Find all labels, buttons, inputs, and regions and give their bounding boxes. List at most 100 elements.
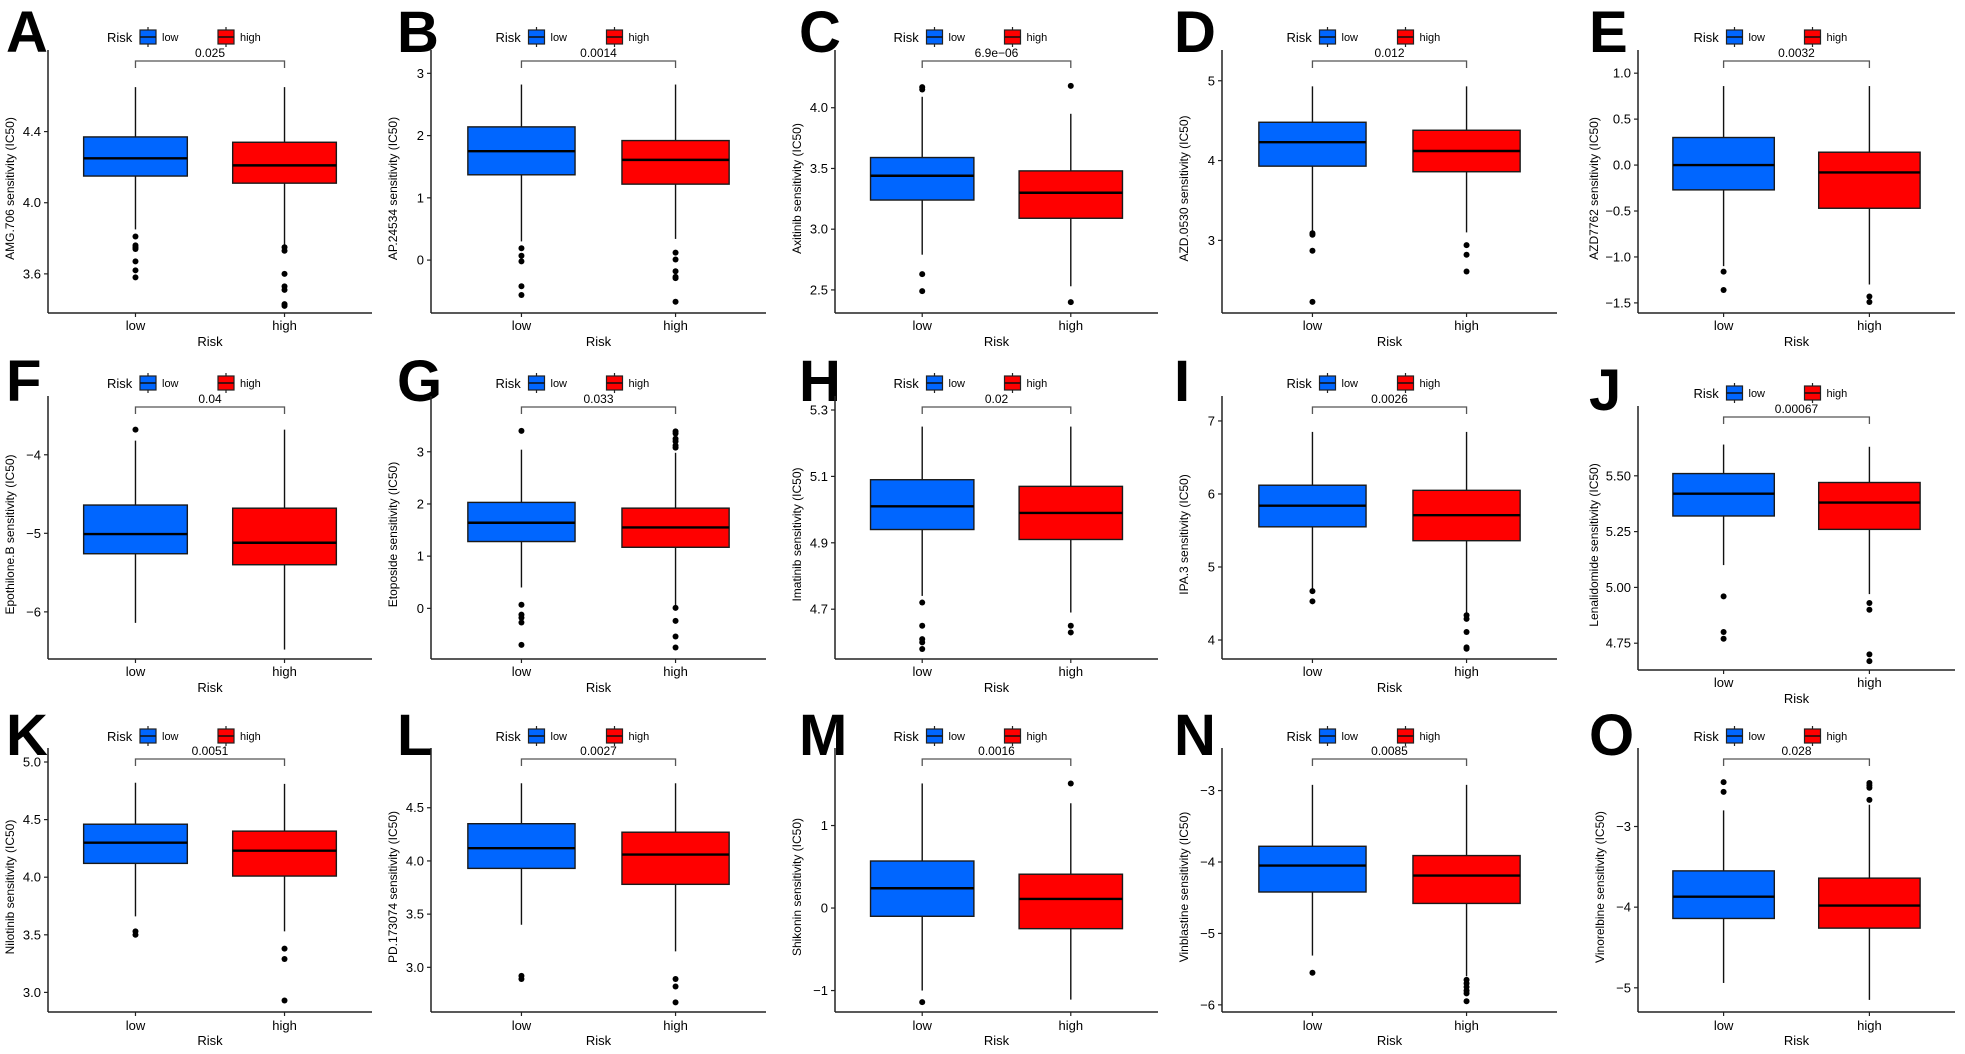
box-low [82,426,189,623]
outlier-point [672,430,679,437]
outlier-point [672,444,679,451]
outlier-point [672,983,679,990]
x-tick-label: high [1059,318,1084,333]
legend-title: Risk [1694,30,1720,45]
x-tick-label: low [512,664,532,679]
box-high [231,429,338,650]
y-axis-label: Epothilone.B sensitivity (IC50) [3,454,17,614]
iqr-box [467,501,576,543]
y-tick-label: 7 [1208,413,1215,428]
legend-title: Risk [496,30,522,45]
boxplot-svg: Risk low high 3.6 4.0 4.4 AMG.706 sensitivity … [3,27,372,349]
outlier-point [281,301,288,308]
iqr-box [82,136,189,177]
x-axis-label: Risk [1784,1033,1810,1048]
legend-key-low [139,373,157,393]
box-low [467,84,576,298]
p-value-label: 0.0032 [1778,46,1815,60]
outlier-point [672,273,679,280]
legend-key-low [527,373,546,393]
outlier-point [281,302,288,309]
x-tick-label: low [1303,318,1323,333]
y-tick-label: 4.75 [1606,636,1631,651]
legend-label-low: low [1749,731,1766,743]
legend-key-high [1396,27,1415,47]
box-low [467,427,576,648]
y-tick-label: −1.5 [1605,295,1631,310]
box-high [231,87,338,309]
outlier-point [1866,779,1873,786]
outlier-point [919,288,926,295]
x-tick-label: high [663,1018,688,1033]
y-tick-label: −4 [1616,900,1631,915]
outlier-point [281,286,288,293]
legend-label-high: high [1827,388,1848,400]
box-low [869,84,975,295]
outlier-point [132,928,139,935]
y-tick-label: 3.6 [23,266,41,281]
significance-bracket: 0.02 [921,392,1072,414]
legend-title: Risk [107,30,133,45]
legend-label-low: low [162,32,179,44]
p-value-label: 0.028 [1781,744,1811,758]
x-axis-label: Risk [586,334,612,349]
box-high [1817,86,1921,305]
outlier-point [1866,796,1873,803]
iqr-box [1258,121,1367,167]
outlier-point [1720,629,1727,636]
p-value-label: 0.0014 [580,46,617,60]
outlier-point [1463,644,1470,651]
y-tick-label: −3 [1200,783,1215,798]
box-high [621,428,730,651]
legend-title: Risk [496,729,522,744]
outlier-point [281,283,288,290]
y-tick-label: 3 [417,444,424,459]
box-low [82,782,189,938]
x-tick-label: high [1454,1018,1479,1033]
outlier-point [518,291,525,298]
p-value-label: 0.0085 [1371,744,1408,758]
legend-label-low: low [949,731,966,743]
legend-label-low: low [162,378,179,390]
outlier-point [672,604,679,611]
outlier-point [518,614,525,621]
iqr-box [1817,481,1921,531]
outlier-point [281,270,288,277]
iqr-box [82,504,189,555]
legend-label-low: low [1342,731,1359,743]
legend-key-low [1318,27,1337,47]
legend-label-high: high [240,731,261,743]
outlier-point [919,999,926,1006]
y-axis-label: Axitinib sensitivity (IC50) [790,123,804,254]
panel-letter: K [6,703,48,768]
legend-key-high [1396,726,1415,746]
y-tick-label: 3 [1208,233,1215,248]
y-axis-label: IPA.3 sensitivity (IC50) [1177,474,1191,594]
legend: Risk low high [1287,373,1440,393]
y-tick-label: −4 [26,447,41,462]
y-axis-label: Lenalidomide sensitivity (IC50) [1587,463,1601,626]
y-tick-label: 6 [1208,486,1215,501]
outlier-point [919,646,926,653]
outlier-point [672,644,679,651]
y-tick-label: 0 [417,601,424,616]
iqr-box [1672,136,1776,191]
y-tick-label: −5 [1616,980,1631,995]
outlier-point [1067,82,1074,89]
significance-bracket: 0.0027 [520,744,677,766]
outlier-point [1463,984,1470,990]
outlier-point [1309,231,1316,238]
iqr-box [1672,870,1776,920]
y-axis-label: Nilotinib sensitivity (IC50) [3,820,17,955]
legend-label-high: high [1027,378,1048,390]
legend: Risk low high [1694,383,1848,403]
legend-key-low [925,373,944,393]
x-axis-label: Risk [1784,334,1810,349]
legend-label-high: high [1827,32,1848,44]
legend: Risk low high [107,27,261,47]
box-high [1412,86,1521,275]
panel-letter: I [1174,349,1191,414]
outlier-point [132,258,139,265]
outlier-point [518,976,525,983]
x-tick-label: low [512,318,532,333]
